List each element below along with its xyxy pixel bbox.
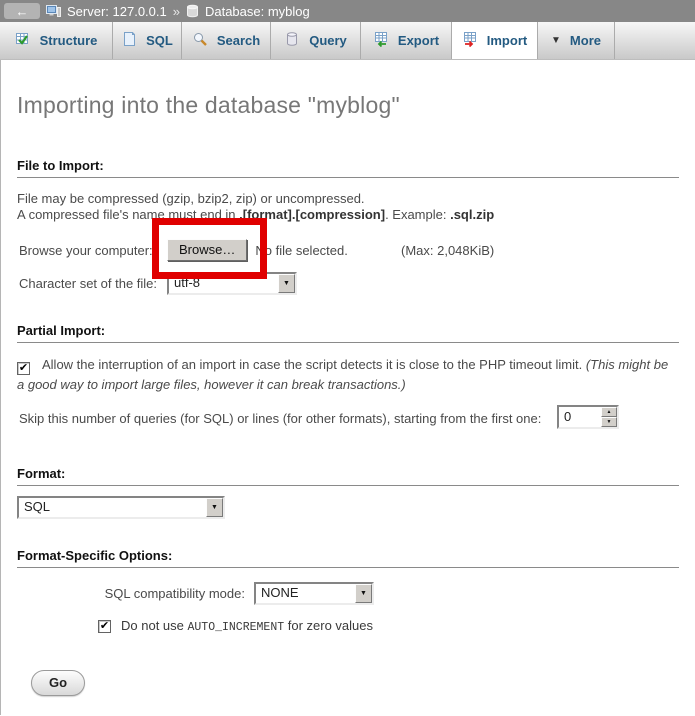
export-icon [373,31,389,50]
import-page: Importing into the database "myblog" Fil… [0,60,695,715]
chevron-down-icon[interactable]: ▼ [355,584,372,603]
browse-button[interactable]: Browse… [167,239,247,261]
back-button[interactable]: ← [4,3,40,19]
auto-increment-text: Do not use AUTO_INCREMENT for zero value… [121,618,373,634]
auto-increment-code: AUTO_INCREMENT [188,621,285,634]
compression-help-text: File may be compressed (gzip, bzip2, zip… [17,191,681,223]
charset-selected-value: utf-8 [169,274,278,293]
help-example: .sql.zip [450,207,494,222]
checkmark-icon: ✔ [19,363,28,374]
tab-label: Search [217,33,260,48]
help-line1: File may be compressed (gzip, bzip2, zip… [17,191,365,206]
auto-increment-checkbox[interactable]: ✔ [98,620,111,633]
more-arrow-icon: ▼ [551,36,561,46]
spin-up-icon[interactable]: ▲ [601,407,617,417]
database-icon [186,4,199,18]
charset-select[interactable]: utf-8 ▼ [167,272,297,295]
max-size-text: (Max: 2,048KiB) [401,243,494,258]
help-line2-mid: . Example: [385,207,450,222]
tab-query[interactable]: Query [271,22,361,59]
skip-queries-stepper[interactable]: 0 ▲ ▼ [557,405,619,429]
breadcrumb-bar: ← Server: 127.0.0.1 » Database: myblog [0,0,695,22]
format-selected-value: SQL [19,498,206,517]
allow-interruption-text: Allow the interruption of an import in c… [42,357,586,372]
tab-more[interactable]: ▼ More [538,22,615,59]
query-icon [284,31,300,50]
server-icon [46,4,61,18]
breadcrumb-separator: » [173,4,180,19]
help-format-pattern: .[format].[compression] [239,207,385,222]
tab-structure[interactable]: Structure [0,22,113,59]
sql-icon [121,31,137,50]
tab-search[interactable]: Search [182,22,271,59]
sql-compatibility-value: NONE [256,584,355,603]
tab-label: Export [398,33,439,48]
charset-row: Character set of the file: utf-8 ▼ [15,271,681,295]
tab-bar: Structure SQL Search Query Export Import… [0,22,695,60]
tab-label: Import [487,33,527,48]
no-file-selected-text: No file selected. [255,243,348,258]
tab-label: Structure [40,33,98,48]
section-heading-format: Format: [17,466,679,486]
tab-label: SQL [146,33,173,48]
spin-down-icon[interactable]: ▼ [601,417,617,427]
sql-compatibility-label: SQL compatibility mode: [99,586,245,601]
charset-label: Character set of the file: [19,276,167,291]
tab-sql[interactable]: SQL [113,22,182,59]
chevron-down-icon[interactable]: ▼ [206,498,223,517]
skip-queries-value[interactable]: 0 [559,407,601,427]
search-icon [192,31,208,50]
help-line2-prefix: A compressed file's name must end in [17,207,239,222]
tab-label: Query [309,33,347,48]
breadcrumb-server[interactable]: Server: 127.0.0.1 [67,4,167,19]
breadcrumb-database[interactable]: Database: myblog [205,4,310,19]
tab-import[interactable]: Import [452,22,538,59]
allow-interruption-checkbox[interactable]: ✔ [17,362,30,375]
section-heading-file-to-import: File to Import: [17,158,679,178]
chevron-down-icon[interactable]: ▼ [278,274,295,293]
allow-interruption-row: ✔ Allow the interruption of an import in … [17,355,679,395]
import-icon [462,31,478,50]
tab-label: More [570,33,601,48]
browse-row: Browse your computer: Browse… No file se… [15,238,681,262]
tab-export[interactable]: Export [361,22,452,59]
section-heading-partial-import: Partial Import: [17,323,679,343]
back-arrow-icon: ← [16,5,29,18]
checkmark-icon: ✔ [100,621,109,632]
browse-label: Browse your computer: [19,243,167,258]
format-row: SQL ▼ [15,496,681,519]
page-title: Importing into the database "myblog" [15,60,681,119]
section-heading-format-options: Format-Specific Options: [17,548,679,568]
format-select[interactable]: SQL ▼ [17,496,225,519]
skip-queries-row: Skip this number of queries (for SQL) or… [15,405,681,431]
structure-icon [15,31,31,50]
sql-compatibility-row: SQL compatibility mode: NONE ▼ [15,581,681,605]
sql-compatibility-select[interactable]: NONE ▼ [254,582,374,605]
skip-queries-label: Skip this number of queries (for SQL) or… [19,411,541,426]
auto-increment-row: ✔ Do not use AUTO_INCREMENT for zero val… [15,618,681,634]
go-button[interactable]: Go [31,670,85,696]
